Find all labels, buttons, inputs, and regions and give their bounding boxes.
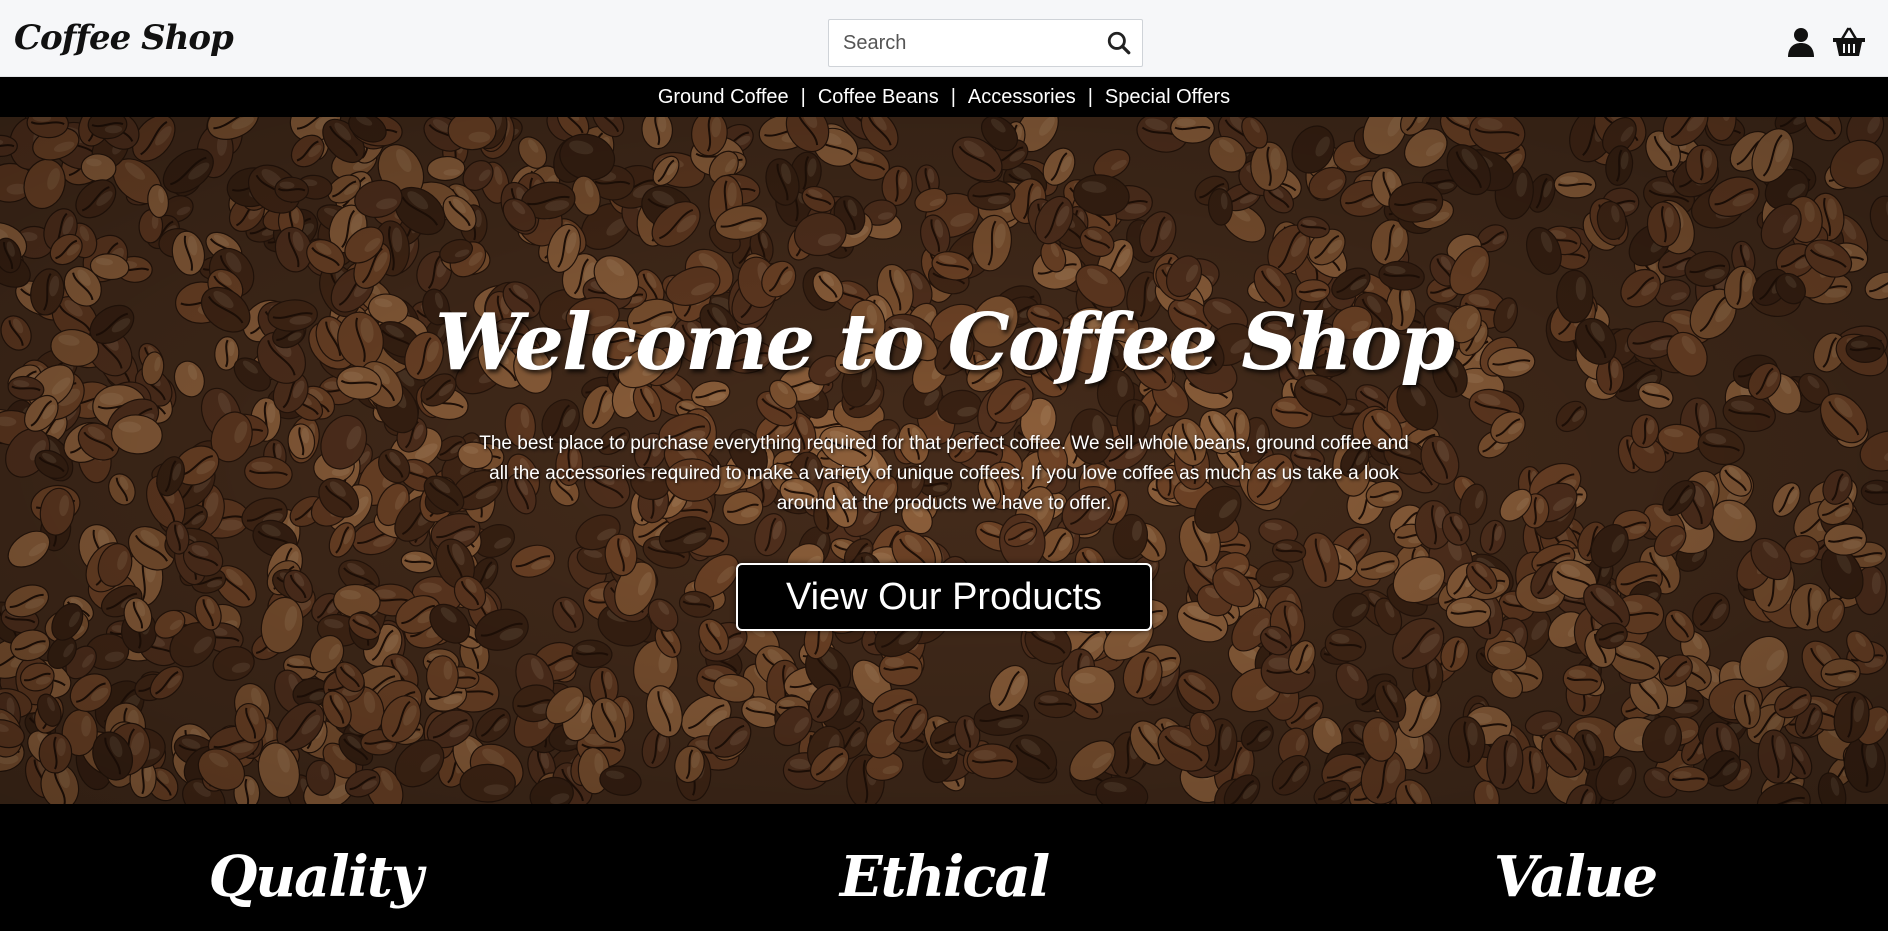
search-box <box>828 19 1143 67</box>
site-header: Coffee Shop <box>0 0 1888 77</box>
nav-item-ground-coffee[interactable]: Ground Coffee <box>658 86 789 109</box>
hero-description: The best place to purchase everything re… <box>479 433 1409 514</box>
nav-separator: | <box>1087 85 1093 108</box>
nav-item-coffee-beans[interactable]: Coffee Beans <box>818 86 939 109</box>
view-products-button[interactable]: View Our Products <box>736 563 1152 631</box>
user-icon[interactable] <box>1786 27 1816 57</box>
nav-item-accessories[interactable]: Accessories <box>968 86 1076 109</box>
hero-title: Welcome to Coffee Shop <box>435 297 1455 388</box>
nav-item-special-offers[interactable]: Special Offers <box>1105 86 1230 109</box>
features-strip: Quality Ethical Value <box>0 804 1888 931</box>
nav-separator: | <box>800 85 806 108</box>
basket-icon[interactable] <box>1832 27 1866 57</box>
nav-separator: | <box>950 85 956 108</box>
feature-value-title: Value <box>1493 844 1658 910</box>
search-input[interactable] <box>843 20 1093 66</box>
brand-logo[interactable]: Coffee Shop <box>14 18 234 58</box>
feature-quality-title: Quality <box>208 844 424 910</box>
hero-banner: Welcome to Coffee Shop The best place to… <box>0 117 1888 804</box>
search-icon[interactable] <box>1106 30 1132 56</box>
main-nav: Ground Coffee | Coffee Beans | Accessori… <box>0 77 1888 117</box>
feature-ethical-title: Ethical <box>839 844 1050 910</box>
